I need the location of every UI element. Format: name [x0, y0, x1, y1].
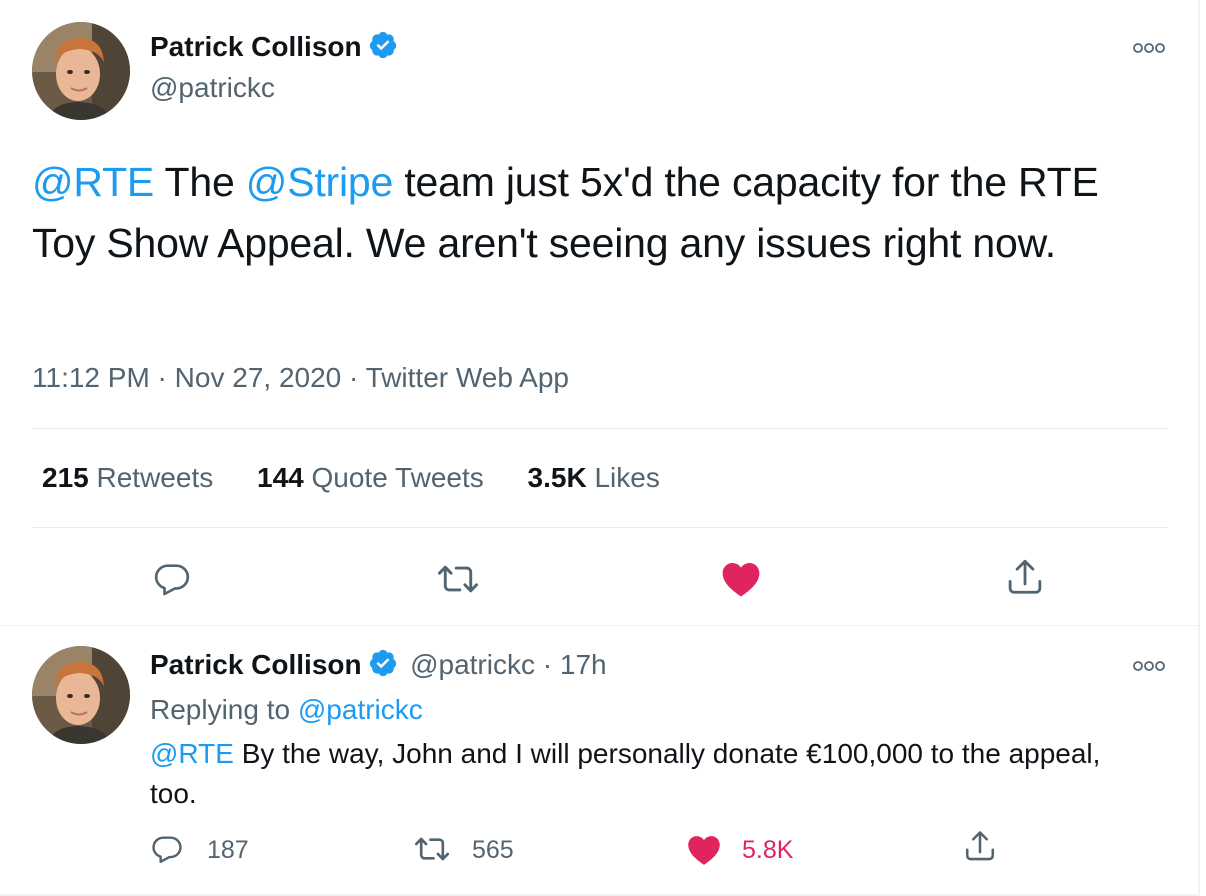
reply-text: @RTE By the way, John and I will persona… [150, 734, 1150, 814]
retweet-count: 565 [472, 836, 514, 864]
reply-time[interactable]: 17h [560, 649, 607, 680]
tweet-text: @RTE The @Stripe team just 5x'd the capa… [32, 152, 1162, 274]
reply-author-avatar[interactable] [32, 646, 130, 744]
quotes-stat[interactable]: 144 Quote Tweets [257, 462, 484, 493]
reply-count: 187 [207, 836, 249, 864]
share-icon[interactable] [1004, 556, 1046, 598]
mention-rte[interactable]: @RTE [150, 738, 234, 769]
retweets-stat[interactable]: 215 Retweets [42, 462, 213, 493]
tweet-source[interactable]: Twitter Web App [366, 362, 569, 393]
like-count: 5.8K [742, 836, 794, 864]
author-handle[interactable]: @patrickc [150, 72, 275, 104]
likes-count: 3.5K [527, 462, 587, 493]
like-icon[interactable] [686, 832, 722, 866]
quotes-count: 144 [257, 462, 304, 493]
more-options-icon[interactable] [1130, 656, 1170, 676]
like-icon[interactable] [720, 558, 762, 598]
mention-rte[interactable]: @RTE [32, 159, 154, 205]
meta-separator: · [534, 649, 560, 680]
retweet-icon[interactable] [436, 559, 480, 599]
tweet-time[interactable]: 11:12 PM [32, 362, 150, 393]
tweet-meta: 11:12 PM · Nov 27, 2020 · Twitter Web Ap… [32, 362, 569, 394]
author-avatar[interactable] [32, 22, 130, 120]
verified-badge-icon [368, 648, 398, 678]
likes-stat[interactable]: 3.5K Likes [528, 462, 660, 493]
replying-to: Replying to @patrickc [150, 694, 423, 726]
retweet-icon[interactable] [413, 832, 451, 866]
divider [32, 428, 1168, 429]
replying-label: Replying to [150, 694, 298, 725]
reply-author-handle[interactable]: @patrickc [410, 649, 535, 680]
divider [32, 527, 1168, 528]
replying-to-handle[interactable]: @patrickc [298, 694, 423, 725]
likes-label: Likes [594, 462, 660, 493]
meta-separator: · [149, 362, 175, 393]
tweet-text-part: The [154, 159, 246, 205]
tweet-separator [0, 625, 1198, 626]
reply-icon[interactable] [152, 559, 192, 599]
reply-header: Patrick Collison @patrickc · 17h [150, 648, 607, 681]
reply-text-body: By the way, John and I will personally d… [150, 738, 1101, 809]
mention-stripe[interactable]: @Stripe [246, 159, 394, 205]
tweet-date[interactable]: Nov 27, 2020 [175, 362, 342, 393]
reply-author-name[interactable]: Patrick Collison [150, 649, 362, 680]
quotes-label: Quote Tweets [311, 462, 484, 493]
tweet-stats: 215 Retweets 144 Quote Tweets 3.5K Likes [42, 462, 696, 494]
retweets-count: 215 [42, 462, 89, 493]
share-icon[interactable] [962, 828, 998, 864]
verified-badge-icon [368, 30, 398, 60]
reply-icon[interactable] [150, 832, 184, 866]
author-name-row: Patrick Collison [150, 30, 398, 63]
retweets-label: Retweets [96, 462, 214, 493]
author-name[interactable]: Patrick Collison [150, 31, 362, 62]
more-options-icon[interactable] [1130, 38, 1170, 58]
meta-separator: · [341, 362, 366, 393]
